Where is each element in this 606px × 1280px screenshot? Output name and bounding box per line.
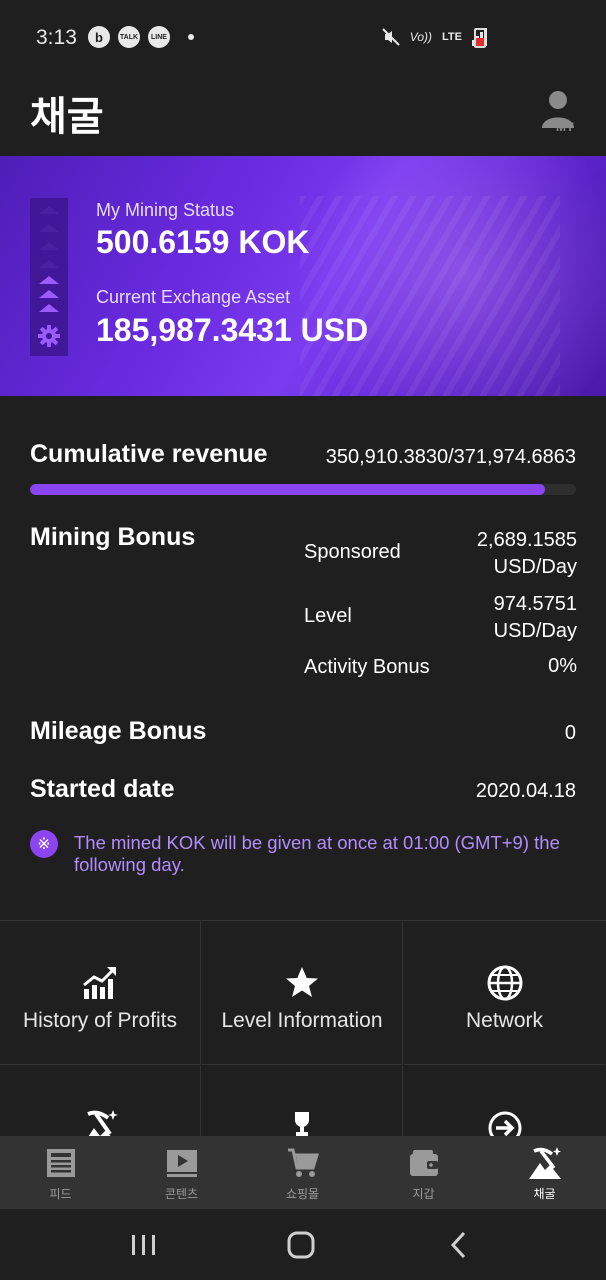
back-icon — [450, 1231, 466, 1259]
activity-bonus-value: 0% — [548, 655, 577, 677]
chevron-up-icon — [39, 242, 59, 250]
tab-contents[interactable]: 콘텐츠 — [121, 1136, 242, 1209]
arrow-circle-icon — [488, 1111, 521, 1136]
tab-mining[interactable]: 채굴 — [484, 1136, 605, 1209]
home-icon — [287, 1231, 315, 1259]
sponsored-bonus-row: Sponsored 2,689.1585 USD/Day — [304, 527, 577, 581]
system-icons: Vo)) LTE — [382, 28, 488, 46]
mining-menu-button[interactable] — [0, 1066, 201, 1136]
sponsored-label: Sponsored — [304, 541, 401, 563]
level-bonus-row: Level 974.5751 USD/Day — [304, 591, 577, 645]
exchange-asset-value: 185,987.3431 USD — [96, 312, 369, 348]
user-icon: MY — [542, 91, 574, 134]
transfer-menu-button[interactable] — [404, 1066, 605, 1136]
pickaxe-icon — [528, 1147, 561, 1179]
my-profile-button[interactable]: MY — [540, 90, 580, 134]
mining-status-label: My Mining Status — [96, 200, 235, 220]
activity-bonus-label: Activity Bonus — [304, 656, 430, 678]
mining-status-value: 500.6159 KOK — [96, 224, 310, 260]
level-label: Level — [304, 605, 352, 627]
wallet-icon — [409, 1150, 438, 1176]
gear-icon — [38, 325, 60, 347]
pickaxe-icon — [87, 1110, 118, 1136]
tab-mining-label: 채굴 — [533, 1187, 556, 1201]
activity-bonus-row: Activity Bonus 0% — [304, 655, 577, 684]
banner-texture — [300, 196, 560, 396]
tab-wallet-label: 지갑 — [412, 1187, 435, 1201]
kakaotalk-icon: TALK — [118, 26, 140, 48]
more-notifications-icon — [188, 34, 194, 40]
chevron-up-icon — [39, 290, 59, 298]
trophy-icon — [295, 1112, 309, 1136]
globe-icon — [487, 965, 522, 1001]
battery-icon — [474, 28, 486, 48]
chevron-up-icon — [39, 224, 59, 232]
exchange-asset-label: Current Exchange Asset — [96, 287, 291, 307]
notice-text: The mined KOK will be given at once at 0… — [74, 832, 560, 875]
mining-level-gauge[interactable] — [30, 198, 68, 356]
b-app-icon: b — [88, 26, 110, 48]
status-bar: 3:13 b TALK LINE Vo)) LTE — [0, 0, 606, 76]
mute-icon — [382, 28, 400, 46]
tab-feed[interactable]: 피드 — [0, 1136, 121, 1209]
started-date-value: 2020.04.18 — [475, 780, 576, 802]
star-icon — [286, 967, 318, 997]
revenue-progress-bar — [30, 484, 576, 495]
chevron-up-icon — [39, 304, 59, 312]
tab-shopping-mall[interactable]: 쇼핑몰 — [242, 1136, 363, 1209]
history-of-profits-button[interactable]: History of Profits — [0, 921, 201, 1065]
cart-icon — [287, 1148, 319, 1177]
notification-icons: b TALK LINE — [88, 26, 194, 48]
mining-bonus-title: Mining Bonus — [30, 523, 196, 551]
line-icon: LINE — [148, 26, 170, 48]
notice-icon: ※ — [30, 830, 58, 858]
history-of-profits-label: History of Profits — [22, 1009, 178, 1032]
ranking-menu-button[interactable] — [202, 1066, 403, 1136]
mileage-bonus-value: 0 — [564, 722, 576, 744]
my-label: MY — [556, 120, 574, 132]
level-information-button[interactable]: Level Information — [202, 921, 403, 1065]
newspaper-icon — [46, 1149, 75, 1177]
level-value: 974.5751 USD/Day — [494, 591, 577, 645]
started-date-title: Started date — [30, 775, 175, 803]
chart-up-icon — [83, 967, 116, 999]
network-label: Network — [465, 1009, 544, 1032]
level-information-label: Level Information — [221, 1009, 383, 1032]
sponsored-amount: 2,689.1585 — [476, 529, 577, 551]
tab-wallet[interactable]: 지갑 — [363, 1136, 484, 1209]
tab-contents-label: 콘텐츠 — [164, 1187, 199, 1201]
mileage-bonus-title: Mileage Bonus — [30, 717, 207, 745]
app-header: 채굴 MY — [0, 76, 606, 156]
volte-icon: Vo)) — [409, 30, 433, 44]
recent-apps-button[interactable] — [124, 1229, 164, 1261]
revenue-progress-fill — [30, 484, 546, 495]
video-icon — [166, 1150, 197, 1177]
bottom-tab-bar: 피드 콘텐츠 쇼핑몰 지갑 채굴 — [0, 1136, 606, 1209]
chevron-up-icon — [39, 206, 59, 214]
chevron-up-icon — [39, 276, 59, 284]
cumulative-revenue-value: 350,910.3830/371,974.6863 — [325, 446, 576, 468]
level-unit: USD/Day — [493, 620, 577, 642]
tab-feed-label: 피드 — [49, 1187, 72, 1201]
lte-icon: LTE — [442, 31, 462, 43]
page-title: 채굴 — [30, 94, 104, 140]
sponsored-unit: USD/Day — [493, 556, 577, 578]
cumulative-revenue-title: Cumulative revenue — [30, 440, 268, 468]
mining-status-banner: My Mining Status 500.6159 KOK Current Ex… — [0, 156, 606, 396]
network-button[interactable]: Network — [404, 921, 605, 1065]
home-button[interactable] — [281, 1229, 321, 1261]
status-time: 3:13 — [36, 26, 77, 49]
menu-grid: History of Profits Level Information Net… — [0, 920, 606, 1136]
level-amount: 974.5751 — [493, 593, 577, 615]
system-navigation-bar — [0, 1209, 606, 1280]
chevron-up-icon — [39, 260, 59, 268]
back-button[interactable] — [440, 1229, 480, 1261]
recent-apps-icon — [132, 1235, 155, 1255]
sponsored-value: 2,689.1585 USD/Day — [477, 527, 577, 581]
tab-shopping-mall-label: 쇼핑몰 — [285, 1187, 320, 1201]
